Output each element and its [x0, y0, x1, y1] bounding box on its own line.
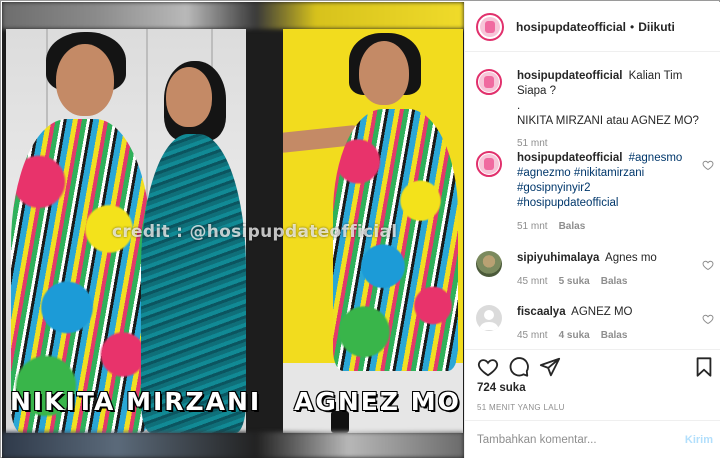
caption-username[interactable]: hosipupdateofficial	[517, 70, 622, 82]
reply-button[interactable]: Balas	[601, 276, 628, 287]
face	[166, 67, 212, 127]
likes-count[interactable]: 724 suka	[477, 382, 526, 394]
post-header: hosipupdateofficial • Diikuti	[465, 2, 720, 52]
default-avatar-icon[interactable]	[476, 305, 502, 331]
action-bar: 724 suka 51 MENIT YANG LALU	[465, 349, 720, 421]
caption-left: NIKITA MIRZANI	[10, 387, 262, 416]
window-frame: credit : @hosipupdateofficial NIKITA MIR…	[0, 0, 720, 458]
image-blur-bottom	[2, 432, 464, 458]
reply-button[interactable]: Balas	[559, 221, 586, 232]
comment-time[interactable]: 45 mnt	[517, 330, 548, 341]
comment-username[interactable]: fiscaalya	[517, 306, 566, 318]
comment-icon[interactable]	[508, 356, 530, 378]
comment-input[interactable]	[477, 431, 667, 449]
header-username[interactable]: hosipupdateofficial	[516, 20, 626, 34]
separator-dot: •	[630, 19, 635, 34]
profile-avatar[interactable]	[476, 12, 504, 41]
heart-icon[interactable]	[477, 356, 499, 378]
image-blur-top	[2, 2, 464, 29]
profile-avatar[interactable]	[476, 69, 502, 95]
comment-time[interactable]: 51 mnt	[517, 221, 548, 232]
post-side-panel: hosipupdateofficial • Diikuti hosipupdat…	[464, 2, 720, 458]
comment-text: Agnes mo	[605, 252, 657, 264]
comment-username[interactable]: hosipupdateofficial	[517, 152, 622, 164]
paper-plane-icon[interactable]	[539, 356, 561, 378]
comments-list[interactable]: hosipupdateofficial Kalian Tim Siapa ? .…	[465, 53, 720, 349]
face	[359, 41, 409, 105]
caption-right: AGNEZ MO	[294, 387, 461, 416]
comment-composer: Kirim	[465, 420, 720, 458]
like-comment-heart-icon[interactable]	[702, 313, 714, 325]
comment-likes[interactable]: 4 suka	[559, 330, 590, 341]
caption-line-2: .	[517, 100, 521, 112]
hashtag-link[interactable]: #gosipnyinyir2	[517, 182, 591, 194]
reply-button[interactable]: Balas	[601, 330, 628, 341]
comment-text: AGNEZ MO	[571, 306, 633, 318]
like-comment-heart-icon[interactable]	[702, 159, 714, 171]
send-comment-button[interactable]: Kirim	[685, 434, 713, 446]
hashtag-link[interactable]: #nikitamirzani	[574, 167, 644, 179]
patterned-dress	[11, 119, 151, 433]
like-comment-heart-icon[interactable]	[702, 259, 714, 271]
face	[56, 44, 114, 116]
profile-avatar[interactable]	[476, 151, 502, 177]
comment-likes[interactable]: 5 suka	[559, 276, 590, 287]
post-image[interactable]: credit : @hosipupdateofficial NIKITA MIR…	[2, 2, 464, 458]
caption-time[interactable]: 51 mnt	[517, 138, 548, 149]
hashtag-link[interactable]: #agnezmo	[517, 167, 571, 179]
bookmark-icon[interactable]	[693, 356, 715, 378]
commenter-avatar[interactable]	[476, 251, 502, 277]
comment-username[interactable]: sipiyuhimalaya	[517, 252, 599, 264]
caption-line-3: NIKITA MIRZANI atau AGNEZ MO?	[517, 115, 699, 127]
credit-watermark: credit : @hosipupdateofficial	[112, 222, 398, 242]
follow-status[interactable]: Diikuti	[638, 20, 675, 34]
post-time-ago[interactable]: 51 MENIT YANG LALU	[477, 403, 565, 412]
comment-time[interactable]: 45 mnt	[517, 276, 548, 287]
hashtag-link[interactable]: #agnesmo	[629, 152, 683, 164]
hashtag-link[interactable]: #hosipupdateofficial	[517, 197, 618, 209]
